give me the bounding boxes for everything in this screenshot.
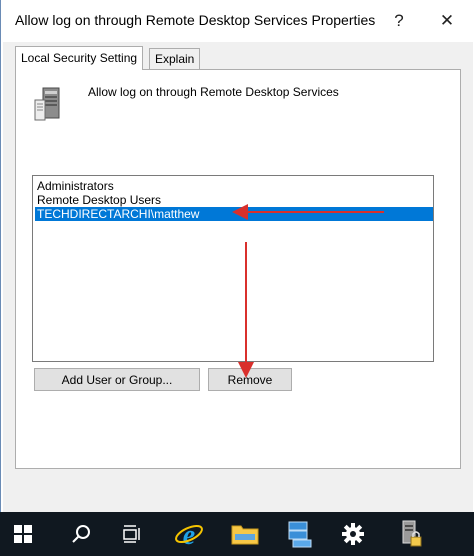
internet-explorer-icon: e [175, 520, 203, 549]
tab-explain[interactable]: Explain [149, 48, 201, 69]
start-button[interactable] [0, 512, 46, 556]
windows-start-icon [14, 525, 32, 543]
members-listbox[interactable]: Administrators Remote Desktop Users TECH… [32, 175, 434, 362]
tab-label: Explain [155, 52, 195, 66]
title-bar[interactable]: Allow log on through Remote Desktop Serv… [1, 0, 474, 42]
settings-gear-icon [342, 523, 364, 545]
server-manager-icon [288, 521, 312, 548]
help-icon: ? [394, 11, 404, 30]
close-icon: ✕ [439, 11, 455, 30]
internet-explorer-button[interactable]: e [166, 512, 212, 556]
policy-name: Allow log on through Remote Desktop Serv… [88, 85, 339, 99]
list-item-remote-desktop-users[interactable]: Remote Desktop Users [35, 193, 161, 207]
taskbar: e [0, 512, 474, 556]
server-manager-button[interactable] [276, 512, 322, 556]
search-button[interactable] [58, 512, 104, 556]
server-icon [34, 87, 60, 121]
tab-label: Local Security Setting [21, 51, 138, 65]
remove-button[interactable]: Remove [208, 368, 292, 391]
list-item-administrators[interactable]: Administrators [35, 179, 114, 193]
window-title: Allow log on through Remote Desktop Serv… [15, 12, 376, 28]
task-view-icon [123, 525, 140, 543]
settings-button[interactable] [330, 512, 376, 556]
local-security-policy-button[interactable] [386, 512, 432, 556]
search-icon [72, 525, 90, 543]
task-view-button[interactable] [108, 512, 154, 556]
file-explorer-button[interactable] [222, 512, 268, 556]
properties-window: Allow log on through Remote Desktop Serv… [0, 0, 474, 556]
dialog-body: Local Security Setting Explain Allow log… [3, 42, 473, 512]
svg-text:e: e [183, 520, 195, 549]
add-user-or-group-button[interactable]: Add User or Group... [34, 368, 200, 391]
help-button[interactable]: ? [379, 6, 419, 36]
list-item-selected-user[interactable]: TECHDIRECTARCHI\matthew [35, 207, 433, 221]
tab-local-security-setting[interactable]: Local Security Setting [15, 46, 144, 70]
tab-panel-local-security-setting: Allow log on through Remote Desktop Serv… [15, 69, 461, 469]
local-security-policy-icon [402, 520, 422, 547]
file-explorer-icon [231, 525, 259, 545]
close-button[interactable]: ✕ [427, 6, 467, 36]
